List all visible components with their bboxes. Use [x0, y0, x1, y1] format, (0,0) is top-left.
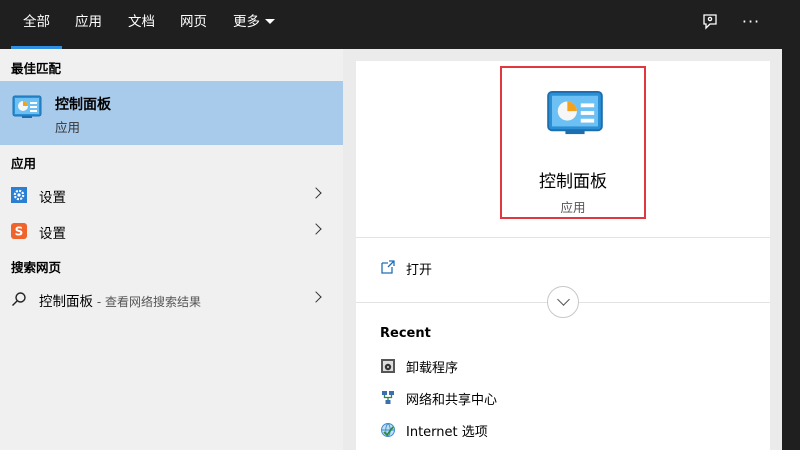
- settings-gear-icon: [11, 187, 27, 203]
- preview-pane: 控制面板 应用 打开 Recent 卸载程序 网络和共享中心 Internet …: [343, 49, 782, 450]
- chevron-right-icon[interactable]: [310, 291, 322, 303]
- recent-item-label: 卸载程序: [406, 361, 459, 376]
- more-options-icon[interactable]: ···: [740, 11, 762, 33]
- tab-apps[interactable]: 应用: [75, 0, 102, 49]
- best-match-subtitle: 应用: [55, 120, 81, 135]
- web-search-item[interactable]: 控制面板 - 查看网络搜索结果: [0, 282, 343, 316]
- recent-item-label: Internet 选项: [406, 425, 488, 440]
- tab-all[interactable]: 全部: [11, 0, 62, 49]
- network-icon: [382, 391, 394, 404]
- app-hero: 控制面板 应用: [500, 66, 646, 219]
- expand-button[interactable]: [547, 286, 579, 318]
- best-match-item[interactable]: [0, 81, 343, 145]
- web-search-label: 控制面板 - 查看网络搜索结果: [39, 290, 201, 310]
- web-search-heading: 搜索网页: [11, 260, 62, 275]
- recent-item-network[interactable]: 网络和共享中心: [380, 387, 760, 409]
- uninstall-icon: [381, 359, 395, 373]
- tab-label: 文档: [128, 14, 155, 30]
- apps-heading: 应用: [11, 156, 37, 171]
- feedback-icon[interactable]: [699, 12, 721, 34]
- app-item-settings[interactable]: 设置: [0, 178, 343, 212]
- tab-label: 更多: [233, 14, 260, 30]
- recent-item-uninstall[interactable]: 卸载程序: [380, 355, 760, 377]
- control-panel-icon: [12, 95, 42, 118]
- app-item-sogou-settings[interactable]: S 设置: [0, 214, 343, 248]
- preview-card: 控制面板 应用 打开 Recent 卸载程序 网络和共享中心 Internet …: [356, 61, 770, 450]
- internet-options-icon: [381, 423, 395, 437]
- best-match-title: 控制面板: [55, 97, 111, 113]
- recent-item-internet-options[interactable]: Internet 选项: [380, 419, 760, 441]
- tab-label: 全部: [23, 14, 50, 30]
- divider: [356, 237, 770, 238]
- hero-title: 控制面板: [539, 172, 607, 192]
- chevron-down-icon: [265, 19, 275, 24]
- best-match-heading: 最佳匹配: [11, 61, 62, 76]
- web-search-query: 控制面板: [39, 294, 93, 310]
- recent-item-label: 网络和共享中心: [406, 393, 498, 408]
- recent-heading: Recent: [380, 326, 431, 341]
- open-icon: [381, 260, 395, 274]
- tab-label: 网页: [180, 14, 207, 30]
- tab-more[interactable]: 更多: [233, 0, 275, 49]
- tab-label: 应用: [75, 14, 102, 30]
- search-filter-bar: 全部 应用 文档 网页 更多 ···: [0, 0, 800, 49]
- svg-text:S: S: [15, 225, 24, 239]
- tab-web[interactable]: 网页: [180, 0, 207, 49]
- web-search-suffix: - 查看网络搜索结果: [93, 295, 201, 309]
- chevron-right-icon[interactable]: [310, 223, 322, 235]
- control-panel-icon: [547, 90, 603, 135]
- app-item-label: 设置: [39, 226, 66, 242]
- chevron-right-icon[interactable]: [310, 187, 322, 199]
- sogou-settings-icon: S: [11, 223, 27, 239]
- open-action[interactable]: 打开: [406, 259, 432, 278]
- hero-subtitle: 应用: [560, 200, 586, 215]
- results-list: 最佳匹配 控制面板 应用 应用 设置 S 设置 搜索网页 控制面板 - 查看网络…: [0, 49, 343, 450]
- app-item-label: 设置: [39, 190, 66, 206]
- window-edge: [782, 49, 800, 450]
- tab-documents[interactable]: 文档: [128, 0, 155, 49]
- search-icon: [12, 292, 26, 306]
